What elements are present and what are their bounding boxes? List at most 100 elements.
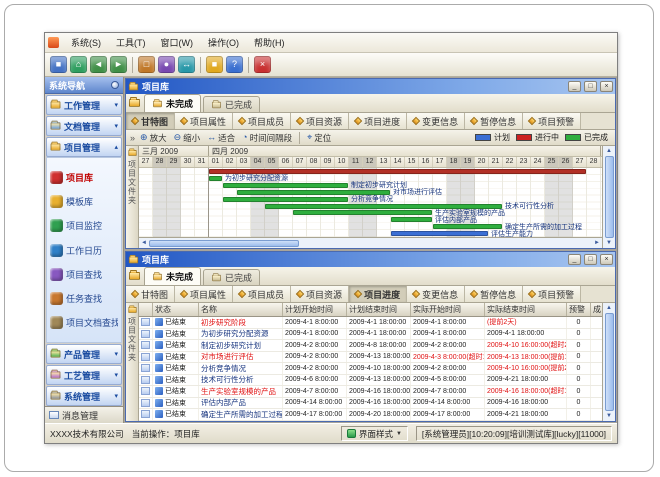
table-row[interactable]: 已结束评估内部产品2009-4-14 8:00:002009-4-16 18:0… xyxy=(139,398,602,410)
table-header-status[interactable]: 状态 xyxy=(153,303,199,316)
table-row[interactable]: 已结束生产实验室规模的产品2009-4-7 8:00:002009-4-16 1… xyxy=(139,386,602,398)
row-selector-cell[interactable] xyxy=(139,363,153,374)
sidebar-group-work-management[interactable]: 工作管理▾ xyxy=(46,95,122,115)
time-interval-button[interactable]: ◔时间间隔段 xyxy=(240,132,294,144)
side-tab-project-folder[interactable]: 项目文件夹 xyxy=(126,303,139,421)
gantt-tab-pause-info[interactable]: 暂停信息 xyxy=(465,113,523,129)
sidebar-group-process-management[interactable]: 工艺管理▾ xyxy=(46,365,122,385)
folder-up-icon[interactable] xyxy=(129,99,140,107)
table-window-titlebar[interactable]: 项目库 _ □ × xyxy=(126,252,615,267)
table-header-members[interactable]: 成 xyxy=(591,303,602,316)
row-selector-cell[interactable] xyxy=(139,317,153,328)
close-button[interactable]: × xyxy=(600,254,613,265)
minimize-button[interactable]: _ xyxy=(568,81,581,92)
window-button[interactable]: □ xyxy=(138,56,155,73)
vertical-scrollbar[interactable]: ▲ ▼ xyxy=(602,303,615,421)
gantt-tab-gantt-chart[interactable]: 甘特图 xyxy=(126,113,175,129)
table-row[interactable]: 已结束对市场进行评估2009-4-2 8:00:002009-4-13 18:0… xyxy=(139,352,602,364)
table-row[interactable]: 已结束为初步研究分配资源2009-4-1 8:00:002009-4-1 18:… xyxy=(139,329,602,341)
sidebar-group-project-management[interactable]: 项目管理▴ xyxy=(46,137,122,157)
row-selector-cell[interactable] xyxy=(139,409,153,420)
sidebar-group-system-management[interactable]: 系统管理▾ xyxy=(46,386,122,406)
table-tab-unfinished[interactable]: 未完成 xyxy=(144,267,201,285)
table-tab-project-warning[interactable]: 项目预警 xyxy=(523,286,581,302)
gantt-bar-market-evaluation[interactable] xyxy=(237,190,390,195)
table-tab-change-info[interactable]: 变更信息 xyxy=(407,286,465,302)
restore-button[interactable]: □ xyxy=(584,81,597,92)
row-selector-cell[interactable] xyxy=(139,386,153,397)
scroll-up-icon[interactable]: ▲ xyxy=(606,147,612,155)
refresh-button[interactable]: ↔ xyxy=(178,56,195,73)
gantt-bar-define-production-process[interactable] xyxy=(433,224,502,229)
close-button[interactable]: × xyxy=(600,81,613,92)
sidebar-item-work-calendar[interactable]: 工作日历 xyxy=(50,244,118,257)
menu-window[interactable]: 窗口(W) xyxy=(154,34,201,51)
sidebar-item-project-library[interactable]: 项目库 xyxy=(50,171,118,184)
scroll-left-icon[interactable]: ◄ xyxy=(141,239,147,247)
row-selector-cell[interactable] xyxy=(139,352,153,363)
sidebar-item-project-doc-search[interactable]: 项目文档查找 xyxy=(50,316,118,329)
gantt-window-titlebar[interactable]: 项目库 _ □ × xyxy=(126,79,615,94)
message-management-tab[interactable]: 消息管理 xyxy=(45,406,123,423)
sidebar-item-template-library[interactable]: 模板库 xyxy=(50,195,118,208)
gantt-bar-evaluate-internal-product[interactable] xyxy=(391,217,432,222)
row-selector-cell[interactable] xyxy=(139,329,153,340)
menu-tools[interactable]: 工具(T) xyxy=(109,34,153,51)
scroll-up-icon[interactable]: ▲ xyxy=(606,304,612,312)
gantt-tab-change-info[interactable]: 变更信息 xyxy=(407,113,465,129)
table-header-plan-end[interactable]: 计划结束时间 xyxy=(347,303,411,316)
table-header-plan-start[interactable]: 计划开始时间 xyxy=(283,303,347,316)
v-scrollbar-thumb[interactable] xyxy=(605,156,614,238)
table-tab-project-members[interactable]: 项目成员 xyxy=(233,286,291,302)
row-selector-cell[interactable] xyxy=(139,398,153,409)
horizontal-scrollbar[interactable]: ◄ ► xyxy=(139,237,602,248)
search-button[interactable]: ● xyxy=(158,56,175,73)
folder-up-icon[interactable] xyxy=(129,272,140,280)
menu-system[interactable]: 系统(S) xyxy=(64,34,108,51)
table-tab-finished[interactable]: 已完成 xyxy=(203,269,260,285)
restore-button[interactable]: □ xyxy=(584,254,597,265)
table-header-actual-start[interactable]: 实际开始时间 xyxy=(411,303,485,316)
exit-button[interactable]: × xyxy=(254,56,271,73)
table-tab-project-resources[interactable]: 项目资源 xyxy=(291,286,349,302)
gantt-body[interactable]: 为初步研究分配资源制定初步研究计划对市场进行评估分析竞争情况技术可行性分析生产实… xyxy=(139,168,602,237)
table-tab-gantt-chart[interactable]: 甘特图 xyxy=(126,286,175,302)
scroll-down-icon[interactable]: ▼ xyxy=(606,239,612,247)
gantt-tab-project-progress[interactable]: 项目进度 xyxy=(349,113,407,129)
lock-button[interactable]: ■ xyxy=(206,56,223,73)
table-header-warning[interactable]: 预警 xyxy=(567,303,591,316)
row-selector-cell[interactable] xyxy=(139,340,153,351)
sidebar-group-product-management[interactable]: 产品管理▾ xyxy=(46,344,122,364)
gantt-bar-evaluate-capacity[interactable] xyxy=(391,231,488,236)
home-button[interactable]: ⌂ xyxy=(70,56,87,73)
table-tab-pause-info[interactable]: 暂停信息 xyxy=(465,286,523,302)
sidebar-item-project-monitor[interactable]: 项目监控 xyxy=(50,219,118,232)
gantt-bar-assign-resources[interactable] xyxy=(209,176,222,181)
side-tab-project-folder[interactable]: 项目文件夹 xyxy=(126,146,139,248)
vertical-scrollbar[interactable]: ▲ ▼ xyxy=(602,146,615,248)
gantt-summary-bar[interactable] xyxy=(209,169,586,174)
row-selector-cell[interactable] xyxy=(139,375,153,386)
interface-style-selector[interactable]: 界面样式 ▼ xyxy=(341,426,408,441)
save-button[interactable]: ■ xyxy=(50,56,67,73)
gantt-tab-project-properties[interactable]: 项目属性 xyxy=(175,113,233,129)
menu-operation[interactable]: 操作(O) xyxy=(201,34,246,51)
pin-icon[interactable] xyxy=(111,81,119,89)
sidebar-item-project-search[interactable]: 项目查找 xyxy=(50,268,118,281)
table-row[interactable]: 已结束确定生产所需的加工过程2009-4-17 8:00:002009-4-20… xyxy=(139,409,602,421)
gantt-bar-lab-scale-product[interactable] xyxy=(293,210,432,215)
gantt-bar-competition-analysis[interactable] xyxy=(223,197,348,202)
help-button[interactable]: ? xyxy=(226,56,243,73)
h-scrollbar-thumb[interactable] xyxy=(149,240,299,247)
scroll-down-icon[interactable]: ▼ xyxy=(606,412,612,420)
gantt-bar-tech-feasibility[interactable] xyxy=(265,204,502,209)
sidebar-item-task-search[interactable]: 任务查找 xyxy=(50,292,118,305)
table-row[interactable]: 已结束制定初步研究计划2009-4-2 8:00:002009-4-8 18:0… xyxy=(139,340,602,352)
gantt-tab-finished[interactable]: 已完成 xyxy=(203,96,260,112)
forward-button[interactable]: ► xyxy=(110,56,127,73)
v-scrollbar-thumb[interactable] xyxy=(605,313,614,411)
zoom-in-button[interactable]: ⊕放大 xyxy=(138,132,169,144)
gantt-tab-unfinished[interactable]: 未完成 xyxy=(144,94,201,112)
scroll-right-icon[interactable]: ► xyxy=(594,239,600,247)
sidebar-group-document-management[interactable]: 文档管理▾ xyxy=(46,116,122,136)
